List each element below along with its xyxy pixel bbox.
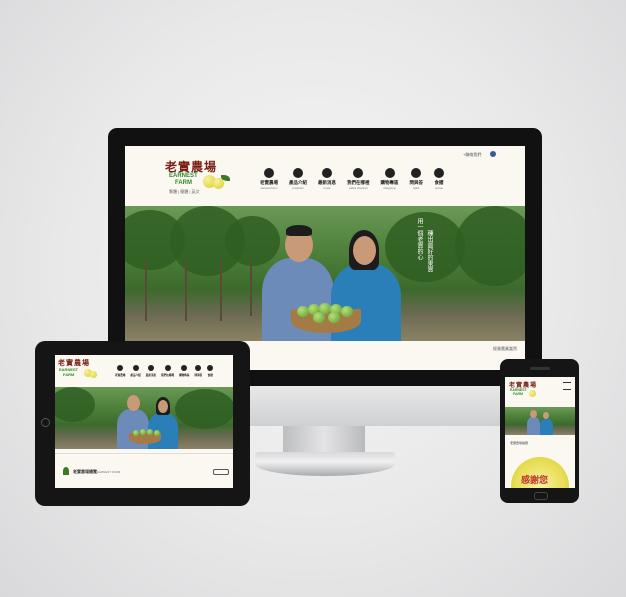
farmer-woman (540, 419, 553, 435)
nav-item-5[interactable]: 問與答 (194, 365, 202, 377)
flower-icon (117, 365, 124, 371)
nav-sublabel: Q&A (413, 186, 420, 190)
lime (341, 306, 353, 317)
tree-trunk (145, 261, 147, 321)
main-nav: 老實農場 earnest farm 產品介紹 products 最新消息 news 我們在哪… (260, 168, 455, 190)
nav-item-3[interactable]: 我們在哪裡 sales channel (347, 168, 370, 190)
plate-icon (207, 365, 214, 371)
nav-item-6[interactable]: 食譜 (207, 365, 214, 377)
tree-icon (63, 467, 69, 475)
news-link[interactable]: 經營農業當然 (493, 346, 517, 352)
phone-home-button (534, 492, 548, 500)
nav-sublabel: products (292, 186, 304, 190)
store-icon (164, 365, 171, 371)
nav-item-1[interactable]: 產品介紹 (130, 365, 141, 377)
main-nav: 老實農場 產品介紹 最新消息 我們在哪裡 購物專區 問與答 食譜 (115, 365, 218, 377)
hero-photo (505, 407, 575, 435)
site-header: 老實農場 EARNEST FARM 繁體 | 簡體 | 英文 +聯絡我們 老實農… (125, 146, 525, 206)
logo-english-2: FARM (513, 392, 523, 396)
nav-label: 我們在哪裡 (161, 374, 175, 377)
nav-item-4[interactable]: 購物專區 (179, 365, 189, 377)
lemon-slice-icon (293, 168, 303, 178)
flower-icon (264, 168, 274, 178)
site-logo[interactable]: 老實農場 EARNEST FARM 繁體 | 簡體 | 英文 (165, 158, 245, 198)
more-button[interactable] (213, 469, 229, 475)
nav-sublabel: earnest farm (260, 186, 278, 190)
menu-icon[interactable] (563, 382, 571, 390)
farmer-woman-head (543, 412, 549, 419)
farmer-icon (147, 365, 154, 371)
tree (55, 387, 95, 422)
lime (328, 312, 340, 323)
tablet-screen: 老實農場 EARNEST FARM 老實農場 產品介紹 最新消息 我們在哪裡 購物專區 問… (55, 355, 233, 488)
section-subtitle: EARNEST FARM (97, 470, 121, 474)
section-title: 老實農場總覽 (73, 469, 97, 474)
nav-label: 最新消息 (145, 374, 157, 377)
lime (154, 430, 160, 436)
tree (175, 389, 233, 429)
lemon-slice-icon (132, 365, 139, 371)
hero-photo (55, 387, 233, 449)
tablet-home-button (41, 418, 50, 427)
nav-label: 問與答 (194, 374, 203, 377)
lemon-icon (90, 371, 97, 378)
nav-item-4[interactable]: 購物專區 shopping (381, 168, 399, 190)
chat-icon (411, 168, 422, 178)
nav-sublabel: sales channel (349, 186, 368, 190)
farmer-man-head (530, 410, 537, 418)
farmer-woman-head (353, 236, 376, 265)
nav-item-3[interactable]: 我們在哪裡 (161, 365, 174, 377)
nav-item-2[interactable]: 最新消息 (146, 365, 156, 377)
facebook-icon[interactable] (490, 151, 496, 157)
tree-trunk (250, 261, 252, 316)
farmer-woman-head (158, 400, 168, 413)
logo-english-2: FARM (175, 180, 192, 186)
logo-english-2: FARM (63, 372, 75, 377)
nav-label: 產品介紹 (130, 374, 141, 377)
hero-tagline-1: 用一個老實的心 (416, 218, 423, 260)
lemon-icon (529, 390, 536, 397)
lime (140, 429, 146, 435)
hair (286, 225, 312, 236)
plate-icon (434, 168, 444, 178)
store-icon (353, 168, 364, 178)
nav-item-2[interactable]: 最新消息 news (318, 168, 336, 190)
logo-language-links[interactable]: 繁體 | 簡體 | 英文 (169, 189, 200, 195)
contact-link[interactable]: +聯絡我們 (463, 152, 481, 158)
lime (133, 430, 139, 436)
logo-english-1: EARNEST (169, 173, 198, 179)
tree-trunk (185, 261, 187, 321)
nav-item-0[interactable]: 老實農場 (115, 365, 125, 377)
nav-item-5[interactable]: 問與答 Q&A (410, 168, 423, 190)
monitor-stand-base (255, 452, 395, 476)
divider (55, 453, 233, 454)
phone-speaker (530, 367, 550, 370)
hero-tagline-2: 種出最好的果實 (426, 230, 433, 272)
promo-text: 感謝您 (521, 476, 549, 486)
nav-item-0[interactable]: 老實農場 earnest farm (260, 168, 278, 190)
nav-label: 購物專區 (179, 374, 190, 377)
tree (225, 216, 280, 266)
phone-screen: 老實農場 EARNEST FARM 老實農場總覽 感謝您 (505, 377, 575, 488)
farmer-icon (322, 168, 332, 178)
farmer-man-head (127, 395, 140, 411)
section-title: 老實農場總覽 (510, 441, 529, 445)
farmer-man (527, 417, 540, 435)
hero-photo: 用一個老實的心 種出最好的果實 (125, 206, 525, 341)
nav-sublabel: recipe (434, 186, 444, 190)
tree-trunk (220, 261, 222, 321)
lime (313, 312, 325, 323)
desktop-screen: 老實農場 EARNEST FARM 繁體 | 簡體 | 英文 +聯絡我們 老實農… (125, 146, 525, 370)
nav-sublabel: news (323, 186, 331, 190)
nav-label: 老實農場 (115, 374, 126, 377)
nav-label: 食譜 (207, 374, 213, 377)
nav-sublabel: shopping (383, 186, 396, 190)
basket-icon (181, 365, 188, 371)
nav-item-6[interactable]: 食譜 recipe (434, 168, 444, 190)
lime (147, 429, 153, 435)
chat-icon (195, 365, 202, 371)
tree (455, 206, 525, 286)
basket-icon (384, 168, 395, 178)
nav-item-1[interactable]: 產品介紹 products (289, 168, 307, 190)
